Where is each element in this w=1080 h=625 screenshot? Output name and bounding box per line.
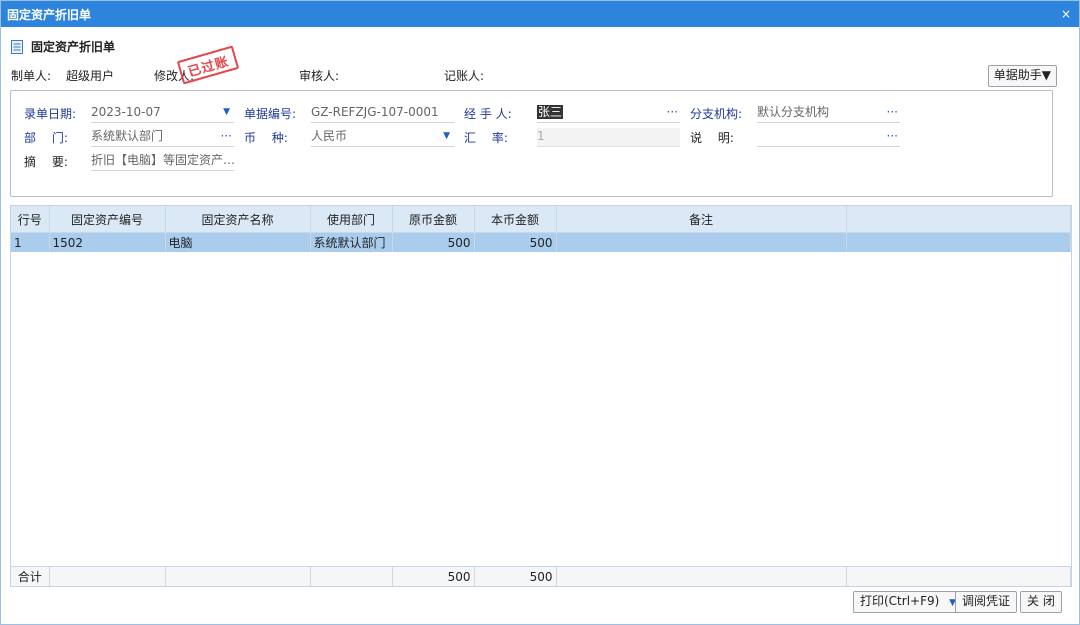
spare-cell[interactable] [846, 232, 1071, 252]
handler-value: 张三 [537, 105, 564, 119]
date-value: 2023-10-07 [91, 105, 161, 119]
dialog-window: 固定资产折旧单 × 固定资产折旧单 制单人: 超级用户 修改人: 审核人: 记账… [0, 0, 1080, 625]
docno-label: 单据编号: [244, 107, 297, 121]
department-cell[interactable]: 系统默认部门 [310, 232, 393, 252]
detail-table: 行号 固定资产编号 固定资产名称 使用部门 原币金额 本币金额 备注 1 150… [11, 206, 1071, 252]
page-title-text: 固定资产折旧单 [31, 40, 116, 54]
ellipsis-icon[interactable]: ··· [667, 104, 678, 121]
creator-value: 超级用户 [66, 69, 115, 83]
handler-field[interactable]: 张三 ··· [537, 104, 680, 123]
print-label: 打印(Ctrl+F9) [860, 594, 940, 608]
window-title: 固定资产折旧单 [7, 7, 92, 22]
print-button[interactable]: 打印(Ctrl+F9) ▼ [853, 591, 964, 613]
header-form: 录单日期: 2023-10-07 ▼ 单据编号: GZ-REFZJG-107-0… [10, 90, 1053, 197]
close-icon[interactable]: × [1061, 7, 1071, 21]
asset-code-cell[interactable]: 1502 [49, 232, 166, 252]
orig-amount-cell[interactable]: 500 [392, 232, 475, 252]
column-header[interactable]: 行号 [11, 206, 50, 233]
branch-value: 默认分支机构 [757, 105, 830, 119]
docno-value: GZ-REFZJG-107-0001 [311, 105, 439, 119]
summary-value: 折旧【电脑】等固定资产… [91, 153, 234, 167]
summary-field[interactable]: 折旧【电脑】等固定资产… [91, 152, 234, 171]
date-label: 录单日期: [24, 107, 77, 121]
currency-field[interactable]: 人民币 ▼ [311, 128, 454, 147]
column-header[interactable]: 原币金额 [392, 206, 475, 233]
auditor-label: 审核人: [299, 69, 340, 83]
page-title: 固定资产折旧单 [11, 38, 115, 55]
people-row: 制单人: 超级用户 修改人: 审核人: 记账人: [11, 67, 1071, 85]
creator-label: 制单人: [11, 69, 52, 83]
totals-cell [846, 567, 1071, 586]
column-header[interactable]: 固定资产编号 [49, 206, 166, 233]
note-field[interactable]: ··· [757, 128, 900, 147]
ellipsis-icon[interactable]: ··· [887, 104, 898, 121]
totals-label: 合计 [11, 567, 50, 586]
docno-field[interactable]: GZ-REFZJG-107-0001 [311, 104, 454, 123]
totals-cell [165, 567, 311, 586]
totals-local-amount: 500 [474, 567, 557, 586]
date-field[interactable]: 2023-10-07 ▼ [91, 104, 234, 123]
table-row[interactable]: 1 1502 电脑 系统默认部门 500 500 [11, 232, 1071, 252]
remark-cell[interactable] [556, 232, 847, 252]
poster-label: 记账人: [444, 69, 485, 83]
note-label: 说 明: [690, 131, 734, 145]
ellipsis-icon[interactable]: ··· [221, 128, 232, 145]
dept-field[interactable]: 系统默认部门 ··· [91, 128, 234, 147]
document-helper-button[interactable]: 单据助手▼ [987, 65, 1057, 87]
branch-label: 分支机构: [690, 107, 743, 121]
totals-orig-amount: 500 [392, 567, 475, 586]
column-header[interactable]: 使用部门 [310, 206, 393, 233]
chevron-down-icon[interactable]: ▼ [443, 128, 450, 145]
totals-cell [49, 567, 166, 586]
handler-label: 经 手 人: [464, 107, 512, 121]
column-header[interactable]: 备注 [556, 206, 847, 233]
table-header-row: 行号 固定资产编号 固定资产名称 使用部门 原币金额 本币金额 备注 [11, 206, 1071, 233]
view-voucher-button[interactable]: 调阅凭证 [955, 591, 1018, 613]
dept-label: 部 门: [24, 131, 68, 145]
close-button[interactable]: 关 闭 [1020, 591, 1062, 613]
totals-row: 合计 500 500 [11, 566, 1071, 586]
totals-cell [310, 567, 393, 586]
totals-cell [556, 567, 847, 586]
totals-table: 合计 500 500 [11, 567, 1071, 586]
document-icon [11, 39, 23, 54]
currency-value: 人民币 [311, 129, 348, 143]
title-bar: 固定资产折旧单 × [1, 1, 1079, 27]
chevron-down-icon[interactable]: ▼ [223, 104, 230, 121]
column-header[interactable]: 固定资产名称 [165, 206, 311, 233]
local-amount-cell[interactable]: 500 [474, 232, 557, 252]
rate-label: 汇 率: [464, 131, 508, 145]
ellipsis-icon[interactable]: ··· [887, 128, 898, 145]
summary-label: 摘 要: [24, 155, 68, 169]
column-header[interactable]: 本币金额 [474, 206, 557, 233]
column-header[interactable] [846, 206, 1071, 233]
dept-value: 系统默认部门 [91, 129, 164, 143]
row-number-cell[interactable]: 1 [11, 232, 50, 252]
rate-field: 1 [537, 128, 680, 147]
branch-field[interactable]: 默认分支机构 ··· [757, 104, 900, 123]
rate-value: 1 [537, 129, 545, 143]
currency-label: 币 种: [244, 131, 288, 145]
detail-grid: 行号 固定资产编号 固定资产名称 使用部门 原币金额 本币金额 备注 1 150… [10, 205, 1072, 587]
asset-name-cell[interactable]: 电脑 [165, 232, 311, 252]
